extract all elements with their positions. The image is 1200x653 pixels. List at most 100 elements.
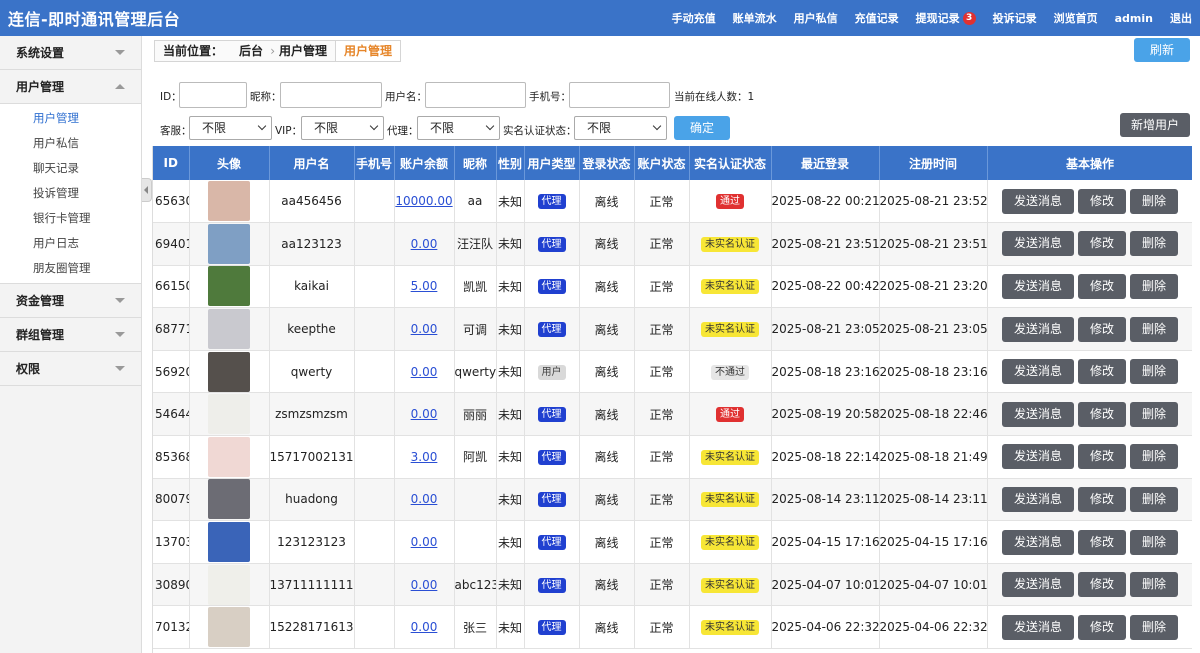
send-message-button[interactable]: 发送消息 [1002, 614, 1074, 640]
send-message-button[interactable]: 发送消息 [1002, 529, 1074, 555]
sidebar-section-groups[interactable]: 群组管理 [0, 318, 141, 352]
balance-link[interactable]: 0.00 [411, 407, 438, 421]
sidebar-section-user-management[interactable]: 用户管理 [0, 70, 141, 104]
cell-gender: 未知 [496, 222, 525, 266]
edit-button[interactable]: 修改 [1078, 444, 1126, 470]
balance-link[interactable]: 0.00 [411, 322, 438, 336]
top-nav: 手动充值 账单流水 用户私信 充值记录 提现记录 3 投诉记录 浏览首页 admi… [655, 0, 1192, 36]
send-message-button[interactable]: 发送消息 [1002, 316, 1074, 342]
username-filter-input[interactable] [425, 82, 526, 108]
balance-link[interactable]: 0.00 [411, 365, 438, 379]
cell-account-status: 正常 [634, 563, 690, 607]
edit-button[interactable]: 修改 [1078, 188, 1126, 214]
balance-link[interactable]: 0.00 [411, 620, 438, 634]
edit-button[interactable]: 修改 [1078, 614, 1126, 640]
delete-button[interactable]: 删除 [1130, 614, 1178, 640]
edit-button[interactable]: 修改 [1078, 529, 1126, 555]
sidebar-item-chat-records[interactable]: 聊天记录 [0, 156, 141, 181]
sidebar-section-funds[interactable]: 资金管理 [0, 284, 141, 318]
delete-button[interactable]: 删除 [1130, 529, 1178, 555]
nav-complaint-records[interactable]: 投诉记录 [993, 10, 1037, 26]
breadcrumb-current: 用户管理 [335, 41, 401, 61]
sidebar-item-user-messages[interactable]: 用户私信 [0, 131, 141, 156]
sidebar-item-complaints[interactable]: 投诉管理 [0, 181, 141, 206]
nav-user-messages[interactable]: 用户私信 [794, 10, 838, 26]
delete-button[interactable]: 删除 [1130, 572, 1178, 598]
refresh-button[interactable]: 刷新 [1134, 38, 1190, 62]
balance-link[interactable]: 0.00 [411, 535, 438, 549]
edit-button[interactable]: 修改 [1078, 401, 1126, 427]
send-message-button[interactable]: 发送消息 [1002, 572, 1074, 598]
delete-button[interactable]: 删除 [1130, 444, 1178, 470]
balance-link[interactable]: 3.00 [411, 450, 438, 464]
balance-link[interactable]: 5.00 [411, 279, 438, 293]
delete-button[interactable]: 删除 [1130, 401, 1178, 427]
nav-admin-account[interactable]: admin [1115, 12, 1153, 25]
sidebar-item-user-logs[interactable]: 用户日志 [0, 231, 141, 256]
cell-username: 13711111111 [269, 563, 355, 607]
realname-status-badge: 未实名认证 [701, 620, 759, 636]
sidebar-item-user-management[interactable]: 用户管理 [0, 106, 141, 131]
vip-filter-label: VIP： [275, 125, 303, 137]
sidebar-collapse-handle[interactable] [142, 178, 152, 202]
nav-withdraw-records[interactable]: 提现记录 3 [916, 10, 976, 26]
balance-link[interactable]: 0.00 [411, 492, 438, 506]
delete-button[interactable]: 删除 [1130, 273, 1178, 299]
nickname-filter-input[interactable] [280, 82, 382, 108]
send-message-button[interactable]: 发送消息 [1002, 401, 1074, 427]
sidebar-item-bank-cards[interactable]: 银行卡管理 [0, 206, 141, 231]
balance-link[interactable]: 10000.00 [395, 194, 452, 208]
nav-browse-home[interactable]: 浏览首页 [1054, 10, 1098, 26]
edit-button[interactable]: 修改 [1078, 316, 1126, 342]
nav-bill-flow[interactable]: 账单流水 [733, 10, 777, 26]
realname-filter-select[interactable]: 不限 [574, 116, 667, 140]
cell-last-login: 2025-08-14 23:11 [771, 478, 880, 522]
agent-filter-select[interactable]: 不限 [417, 116, 500, 140]
edit-button[interactable]: 修改 [1078, 572, 1126, 598]
delete-button[interactable]: 删除 [1130, 188, 1178, 214]
send-message-button[interactable]: 发送消息 [1002, 273, 1074, 299]
breadcrumb-home[interactable]: 后台 [231, 41, 275, 61]
user-type-badge: 代理 [537, 577, 566, 593]
send-message-button[interactable]: 发送消息 [1002, 359, 1074, 385]
cell-login-status: 离线 [579, 563, 635, 607]
cell-gender: 未知 [496, 180, 525, 224]
nav-logout[interactable]: 退出 [1170, 10, 1192, 26]
cell-avatar [189, 563, 270, 607]
edit-button[interactable]: 修改 [1078, 273, 1126, 299]
delete-button[interactable]: 删除 [1130, 486, 1178, 512]
add-user-button[interactable]: 新增用户 [1120, 113, 1190, 137]
vip-filter-select[interactable]: 不限 [301, 116, 384, 140]
sidebar-section-permissions[interactable]: 权限 [0, 352, 141, 386]
delete-button[interactable]: 删除 [1130, 359, 1178, 385]
send-message-button[interactable]: 发送消息 [1002, 231, 1074, 257]
service-filter-select[interactable]: 不限 [189, 116, 272, 140]
cell-id: 70132 [153, 605, 190, 650]
cell-account-status: 正常 [634, 180, 690, 224]
cell-account-status: 正常 [634, 605, 690, 650]
nav-recharge-records[interactable]: 充值记录 [855, 10, 899, 26]
cell-id: 66150 [153, 265, 190, 309]
phone-filter-input[interactable] [569, 82, 670, 108]
send-message-button[interactable]: 发送消息 [1002, 188, 1074, 214]
cell-registered: 2025-08-21 23:20 [879, 265, 988, 309]
send-message-button[interactable]: 发送消息 [1002, 444, 1074, 470]
delete-button[interactable]: 删除 [1130, 231, 1178, 257]
cell-login-status: 离线 [579, 520, 635, 564]
nav-manual-recharge[interactable]: 手动充值 [672, 10, 716, 26]
sidebar-section-system-settings[interactable]: 系统设置 [0, 36, 141, 70]
send-message-button[interactable]: 发送消息 [1002, 486, 1074, 512]
delete-button[interactable]: 删除 [1130, 316, 1178, 342]
breadcrumb-parent[interactable]: 用户管理 [271, 41, 339, 61]
chevron-up-icon [115, 84, 125, 89]
balance-link[interactable]: 0.00 [411, 237, 438, 251]
sidebar-item-moments[interactable]: 朋友圈管理 [0, 256, 141, 281]
id-filter-input[interactable] [179, 82, 247, 108]
edit-button[interactable]: 修改 [1078, 359, 1126, 385]
cell-nickname: 可调 [454, 307, 497, 351]
edit-button[interactable]: 修改 [1078, 486, 1126, 512]
chevron-down-icon [115, 332, 125, 337]
edit-button[interactable]: 修改 [1078, 231, 1126, 257]
confirm-filter-button[interactable]: 确定 [674, 116, 730, 140]
balance-link[interactable]: 0.00 [411, 578, 438, 592]
